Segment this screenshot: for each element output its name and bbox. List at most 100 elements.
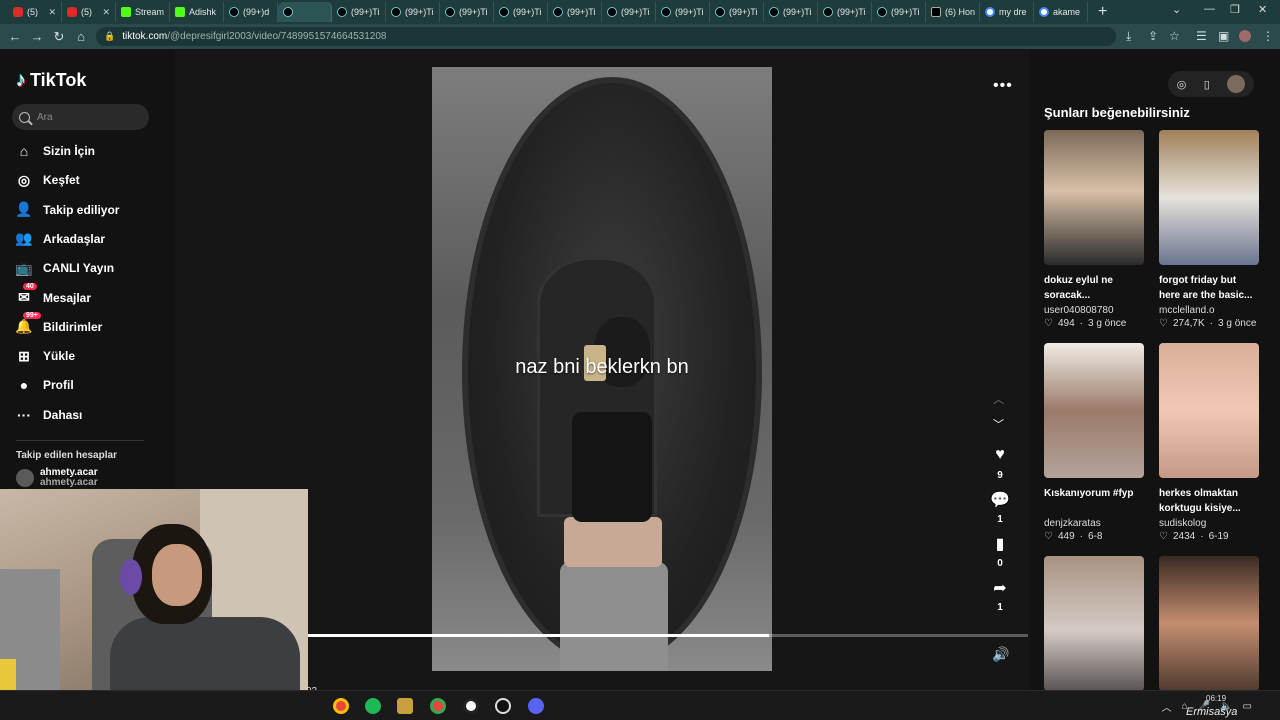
browser-tab[interactable]: (5) ✕	[8, 2, 62, 22]
sidebar-item-upload[interactable]: ⊞ Yükle	[15, 346, 75, 366]
home-icon[interactable]: ⌂	[70, 29, 92, 44]
reading-list-icon[interactable]: ☰	[1196, 29, 1207, 43]
profile-avatar[interactable]	[1239, 30, 1251, 42]
browser-tab[interactable]: (99+)d	[224, 2, 278, 22]
tiktok-icon	[337, 7, 347, 17]
sidebar-item-live-tv[interactable]: 📺 CANLI Yayın	[15, 258, 114, 278]
browser-tab[interactable]: (99+)Ti	[386, 2, 440, 22]
back-icon[interactable]: ←	[4, 29, 26, 44]
comment-action[interactable]: 💬 1	[984, 490, 1016, 525]
google-icon	[985, 7, 995, 17]
browser-tab[interactable]: (99+)Ti	[440, 2, 494, 22]
coin-icon[interactable]: ◎	[1177, 78, 1187, 91]
new-tab-button[interactable]: +	[1098, 3, 1107, 21]
bookmark-star-icon[interactable]: ☆	[1169, 29, 1180, 43]
tab-search-icon[interactable]: ⌄	[1172, 3, 1181, 16]
sidebar-item-message[interactable]: ✉ 40 Mesajlar	[15, 282, 91, 308]
close-window-button[interactable]: ✕	[1258, 3, 1267, 16]
video-author[interactable]: user040808780	[1044, 305, 1144, 316]
browser-tab[interactable]: (99+)Ti	[764, 2, 818, 22]
next-video-button[interactable]: ﹀	[993, 416, 1004, 441]
close-tab-icon[interactable]: ✕	[102, 7, 110, 18]
recommended-video-card[interactable]: herkes olmaktan korktugu kisiye... sudisk…	[1159, 343, 1259, 542]
app-icon[interactable]	[495, 698, 511, 714]
obs-icon[interactable]	[463, 698, 479, 714]
recommended-video-card[interactable]: Kıskanıyorum #fyp denjzkaratas ♡ 449 · 6-8	[1044, 343, 1144, 542]
recommended-video-card[interactable]	[1159, 556, 1259, 691]
recommended-video-card[interactable]	[1044, 556, 1144, 691]
browser-tab[interactable]: (99+)Ti	[548, 2, 602, 22]
sidebar-item-more[interactable]: ··· Dahası	[15, 405, 82, 425]
menu-kebab-icon[interactable]: ⋮	[1262, 29, 1274, 43]
video-author[interactable]: denjzkaratas	[1044, 518, 1144, 529]
taskbar-clock[interactable]: 06:19	[1206, 694, 1226, 704]
tiktok-icon	[553, 7, 563, 17]
video-author[interactable]: mcclelland.o	[1159, 305, 1259, 316]
video-thumbnail[interactable]	[1044, 343, 1144, 478]
tray-chevron-icon[interactable]: ︿	[1162, 699, 1172, 714]
browser-tab[interactable]: akame	[1034, 2, 1088, 22]
browser-tab[interactable]: (99+)Ti	[602, 2, 656, 22]
side-panel-icon[interactable]: ▣	[1218, 29, 1229, 43]
sidebar-item-friends[interactable]: 👥 Arkadaşlar	[15, 229, 105, 249]
video-progress-bar[interactable]	[308, 634, 1028, 637]
sidebar-item-compass[interactable]: ◎ Keşfet	[15, 170, 80, 190]
sidebar-item-bell[interactable]: 🔔 99+ Bildirimler	[15, 311, 102, 337]
video-frame[interactable]: naz bni beklerkn bn	[432, 67, 772, 671]
following-account-item[interactable]: ahmety.acar ahmety.acar	[16, 468, 98, 488]
user-avatar[interactable]	[1227, 75, 1246, 93]
browser-tab[interactable]: (99+)Ti	[656, 2, 710, 22]
game-launcher-icon[interactable]	[397, 698, 413, 714]
share-action[interactable]: ➦ 1	[984, 578, 1016, 613]
sidebar-item-user-follow[interactable]: 👤 Takip ediliyor	[15, 200, 119, 220]
browser-tab[interactable]: (99+)Ti	[332, 2, 386, 22]
address-bar[interactable]: 🔒 tiktok.com /@depresifgirl2003/video/74…	[96, 27, 1116, 46]
tiktok-logo[interactable]: ♪ TikTok	[16, 69, 86, 92]
video-thumbnail[interactable]	[1044, 556, 1144, 691]
search-input[interactable]	[37, 111, 137, 123]
browser-tab[interactable]: (99+)Ti	[710, 2, 764, 22]
battery-icon[interactable]: ▭	[1243, 701, 1252, 712]
browser-tab[interactable]: Stream	[116, 2, 170, 22]
browser-tab[interactable]: (6) Hon	[926, 2, 980, 22]
save-action[interactable]: ▮ 0	[984, 534, 1016, 569]
close-tab-icon[interactable]: ✕	[48, 7, 56, 18]
video-thumbnail[interactable]	[1159, 556, 1259, 691]
video-caption[interactable]: Kıskanıyorum #fyp	[1044, 486, 1144, 516]
recommended-video-card[interactable]: dokuz eylul ne soracak... user040808780 ♡ 4…	[1044, 130, 1144, 329]
phone-icon[interactable]: ▯	[1204, 78, 1210, 91]
spotify-icon[interactable]	[365, 698, 381, 714]
browser-tab[interactable]: my dre	[980, 2, 1034, 22]
search-bar[interactable]	[12, 104, 149, 130]
maximize-button[interactable]: ❐	[1230, 3, 1240, 16]
video-caption[interactable]: forgot friday but here are the basic...	[1159, 273, 1259, 303]
video-thumbnail[interactable]	[1044, 130, 1144, 265]
browser-tab[interactable]: (99+)Ti	[818, 2, 872, 22]
install-icon[interactable]: ⤓	[1126, 29, 1131, 44]
browser-tab[interactable]	[278, 2, 332, 22]
video-thumbnail[interactable]	[1159, 130, 1259, 265]
video-thumbnail[interactable]	[1159, 343, 1259, 478]
forward-icon[interactable]: →	[26, 29, 48, 44]
sidebar-item-profile[interactable]: ● Profil	[15, 375, 74, 395]
discord-icon[interactable]	[528, 698, 544, 714]
previous-video-button[interactable]: ︿	[993, 391, 1004, 416]
browser-tab[interactable]: Adishk	[170, 2, 224, 22]
reload-icon[interactable]: ↻	[48, 29, 70, 45]
browser-tab[interactable]: (99+)Ti	[872, 2, 926, 22]
video-progress-fill	[308, 634, 769, 637]
chrome-icon[interactable]	[333, 698, 349, 714]
recommended-video-card[interactable]: forgot friday but here are the basic... m…	[1159, 130, 1259, 329]
browser-tab[interactable]: (99+)Ti	[494, 2, 548, 22]
video-caption[interactable]: herkes olmaktan korktugu kisiye...	[1159, 486, 1259, 516]
volume-icon[interactable]: 🔊	[992, 646, 1009, 663]
like-action[interactable]: ♥ 9	[984, 446, 1016, 481]
video-author[interactable]: sudiskolog	[1159, 518, 1259, 529]
more-options-button[interactable]: •••	[993, 77, 1013, 95]
sidebar-item-home[interactable]: ⌂ Sizin İçin	[15, 141, 95, 161]
video-caption[interactable]: dokuz eylul ne soracak...	[1044, 273, 1144, 303]
chrome-alt-icon[interactable]	[430, 698, 446, 714]
share-icon[interactable]: ⇪	[1148, 29, 1158, 43]
minimize-button[interactable]: —	[1204, 3, 1215, 15]
browser-tab[interactable]: (5) ✕	[62, 2, 116, 22]
